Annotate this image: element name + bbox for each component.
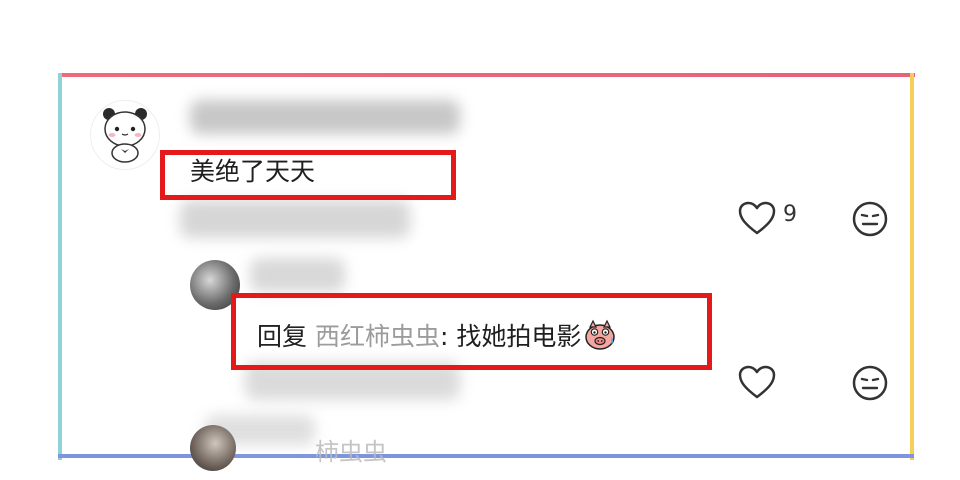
comment-text: 美绝了天天 bbox=[190, 157, 316, 186]
comment-username[interactable]: 柿虫虫 bbox=[315, 432, 387, 467]
frame-right-border bbox=[910, 73, 914, 460]
frame-top-border bbox=[58, 73, 915, 77]
redacted-timestamp-1 bbox=[180, 200, 410, 238]
reaction-button[interactable] bbox=[851, 200, 889, 238]
pig-face-icon bbox=[585, 319, 616, 350]
like-count: 9 bbox=[783, 201, 797, 227]
reply-prefix: 回复 bbox=[257, 322, 308, 351]
neutral-face-icon bbox=[852, 201, 888, 237]
neutral-face-icon bbox=[852, 365, 888, 401]
pig-face-emoji bbox=[583, 317, 617, 358]
heart-outline-icon bbox=[738, 201, 776, 235]
redacted-username-2 bbox=[250, 258, 345, 292]
avatar[interactable] bbox=[90, 100, 160, 170]
frame-left-border bbox=[58, 73, 62, 460]
like-button[interactable] bbox=[737, 364, 777, 400]
heart-outline-icon bbox=[738, 365, 776, 399]
like-button[interactable]: 9 bbox=[737, 200, 797, 236]
panda-avatar-icon bbox=[91, 101, 159, 169]
frame-bottom-border bbox=[58, 454, 914, 458]
reply-separator: : bbox=[439, 322, 457, 351]
reply-mention[interactable]: 西红柿虫虫 bbox=[315, 322, 440, 351]
reply-text: 回复 西红柿虫虫: 找她拍电影 bbox=[257, 317, 617, 358]
reaction-button[interactable] bbox=[851, 364, 889, 402]
avatar[interactable] bbox=[190, 425, 236, 471]
reply-body: 找她拍电影 bbox=[456, 322, 582, 351]
redacted-username-1 bbox=[190, 100, 460, 134]
